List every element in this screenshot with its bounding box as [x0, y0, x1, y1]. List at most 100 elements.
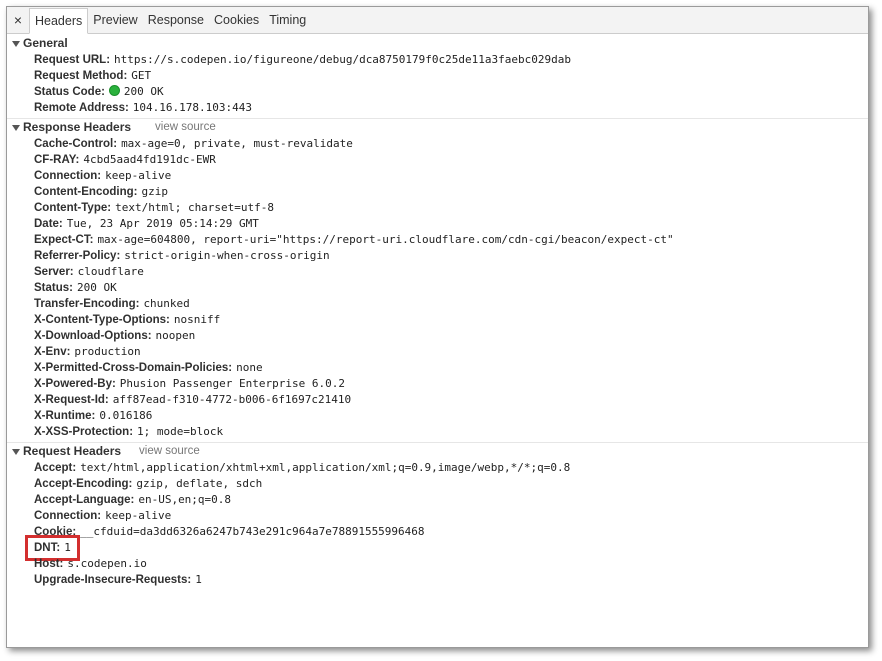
header-key: X-Permitted-Cross-Domain-Policies: — [34, 362, 233, 374]
header-key: Connection: — [34, 170, 102, 182]
header-value: en-US,en;q=0.8 — [138, 493, 232, 506]
header-row: Referrer-Policy: strict-origin-when-cross… — [7, 248, 868, 264]
header-row: X-Runtime: 0.016186 — [7, 408, 868, 424]
header-value: Phusion Passenger Enterprise 6.0.2 — [119, 377, 345, 390]
header-value: max-age=604800, report-uri="https://repo… — [97, 233, 674, 246]
general-section: General Request URL: https://s.codepen.io… — [7, 35, 868, 119]
header-key: Remote Address: — [34, 102, 129, 114]
header-row: Status: 200 OK — [7, 280, 868, 296]
request-headers-section: Request Headers view source Accept: text/… — [7, 443, 868, 590]
caret-down-icon — [12, 40, 20, 47]
header-row: Server: cloudflare — [7, 264, 868, 280]
tab-response[interactable]: Response — [143, 8, 209, 33]
header-row: X-Powered-By: Phusion Passenger Enterpris… — [7, 376, 868, 392]
header-key: CF-RAY: — [34, 154, 80, 166]
header-row: Host: s.codepen.io — [7, 556, 868, 572]
tab-timing[interactable]: Timing — [264, 8, 311, 33]
header-key: Cache-Control: — [34, 138, 118, 150]
header-key: Referrer-Policy: — [34, 250, 121, 262]
header-value: cloudflare — [77, 265, 144, 278]
header-value: 1 — [195, 573, 202, 586]
header-key: X-Env: — [34, 346, 71, 358]
section-title: Response Headers — [23, 120, 132, 134]
header-row: Accept-Encoding: gzip, deflate, sdch — [7, 476, 868, 492]
header-value: Tue, 23 Apr 2019 05:14:29 GMT — [66, 217, 259, 230]
header-key: Status: — [34, 282, 73, 294]
caret-down-icon — [12, 448, 20, 455]
header-row: X-Download-Options: noopen — [7, 328, 868, 344]
header-key: Request Method: — [34, 70, 128, 82]
header-key: Accept-Encoding: — [34, 478, 133, 490]
header-key: Transfer-Encoding: — [34, 298, 140, 310]
header-value: 200 OK — [123, 85, 164, 98]
header-value: s.codepen.io — [67, 557, 147, 570]
tab-headers[interactable]: Headers — [29, 7, 89, 34]
header-value: gzip, deflate, sdch — [136, 477, 263, 490]
header-key: X-XSS-Protection: — [34, 426, 134, 438]
header-row: X-Request-Id: aff87ead-f310-4772-b006-6f1… — [7, 392, 868, 408]
header-value: chunked — [143, 297, 190, 310]
header-row: Connection: keep-alive — [7, 168, 868, 184]
header-key: X-Powered-By: — [34, 378, 116, 390]
close-icon[interactable]: × — [7, 7, 29, 33]
header-value: strict-origin-when-cross-origin — [124, 249, 330, 262]
header-value: keep-alive — [105, 509, 172, 522]
view-source-link[interactable]: view source — [155, 119, 216, 136]
response-headers-section-header[interactable]: Response Headers view source — [7, 119, 868, 136]
header-row: DNT: 1 — [7, 535, 868, 561]
header-value: 200 OK — [76, 281, 117, 294]
header-row: Request URL: https://s.codepen.io/figureo… — [7, 52, 868, 68]
view-source-link[interactable]: view source — [139, 443, 200, 460]
header-value: aff87ead-f310-4772-b006-6f1697c21410 — [112, 393, 352, 406]
header-row: X-Permitted-Cross-Domain-Policies: none — [7, 360, 868, 376]
header-key: Accept: — [34, 462, 77, 474]
header-row: Transfer-Encoding: chunked — [7, 296, 868, 312]
header-row: Remote Address: 104.16.178.103:443 — [7, 100, 868, 116]
header-row: Request Method: GET — [7, 68, 868, 84]
headers-content: General Request URL: https://s.codepen.io… — [7, 35, 868, 590]
header-value: text/html; charset=utf-8 — [115, 201, 275, 214]
tab-bar: × Headers Preview Response Cookies Timin… — [7, 7, 868, 34]
header-key: Server: — [34, 266, 74, 278]
header-row: Cache-Control: max-age=0, private, must-r… — [7, 136, 868, 152]
header-row: X-Env: production — [7, 344, 868, 360]
header-row: Date: Tue, 23 Apr 2019 05:14:29 GMT — [7, 216, 868, 232]
header-row: Accept-Language: en-US,en;q=0.8 — [7, 492, 868, 508]
header-value: max-age=0, private, must-revalidate — [121, 137, 353, 150]
header-key: X-Runtime: — [34, 410, 96, 422]
header-key: Content-Encoding: — [34, 186, 138, 198]
header-value: production — [74, 345, 141, 358]
header-value: 104.16.178.103:443 — [132, 101, 253, 114]
general-section-header[interactable]: General — [7, 35, 868, 52]
header-value: text/html,application/xhtml+xml,applicat… — [80, 461, 571, 474]
tab-preview[interactable]: Preview — [88, 8, 142, 33]
header-value: none — [236, 361, 263, 374]
header-value: GET — [131, 69, 152, 82]
header-value: keep-alive — [105, 169, 172, 182]
caret-down-icon — [12, 124, 20, 131]
header-row: X-Content-Type-Options: nosniff — [7, 312, 868, 328]
header-key: Request URL: — [34, 54, 111, 66]
header-key: Upgrade-Insecure-Requests: — [34, 574, 192, 586]
header-key: Content-Type: — [34, 202, 112, 214]
header-value: gzip — [141, 185, 168, 198]
header-key: Host: — [34, 558, 64, 570]
header-value: 4cbd5aad4fd191dc-EWR — [83, 153, 216, 166]
header-value: nosniff — [173, 313, 221, 326]
section-title: General — [23, 36, 68, 50]
request-headers-section-header[interactable]: Request Headers view source — [7, 443, 868, 460]
header-row: CF-RAY: 4cbd5aad4fd191dc-EWR — [7, 152, 868, 168]
header-key: Expect-CT: — [34, 234, 94, 246]
tab-cookies[interactable]: Cookies — [209, 8, 264, 33]
header-value: https://s.codepen.io/figureone/debug/dca… — [114, 53, 571, 66]
header-key: X-Download-Options: — [34, 330, 152, 342]
header-value: noopen — [155, 329, 196, 342]
header-row: Status Code: 200 OK — [7, 84, 868, 100]
header-row: Content-Encoding: gzip — [7, 184, 868, 200]
header-key: X-Content-Type-Options: — [34, 314, 170, 326]
header-value: 1; mode=block — [137, 425, 224, 438]
devtools-headers-panel: × Headers Preview Response Cookies Timin… — [6, 6, 869, 648]
header-key: X-Request-Id: — [34, 394, 109, 406]
header-row: Cookie: __cfduid=da3dd6326a6247b743e291c9… — [7, 524, 868, 540]
header-value: 0.016186 — [99, 409, 153, 422]
